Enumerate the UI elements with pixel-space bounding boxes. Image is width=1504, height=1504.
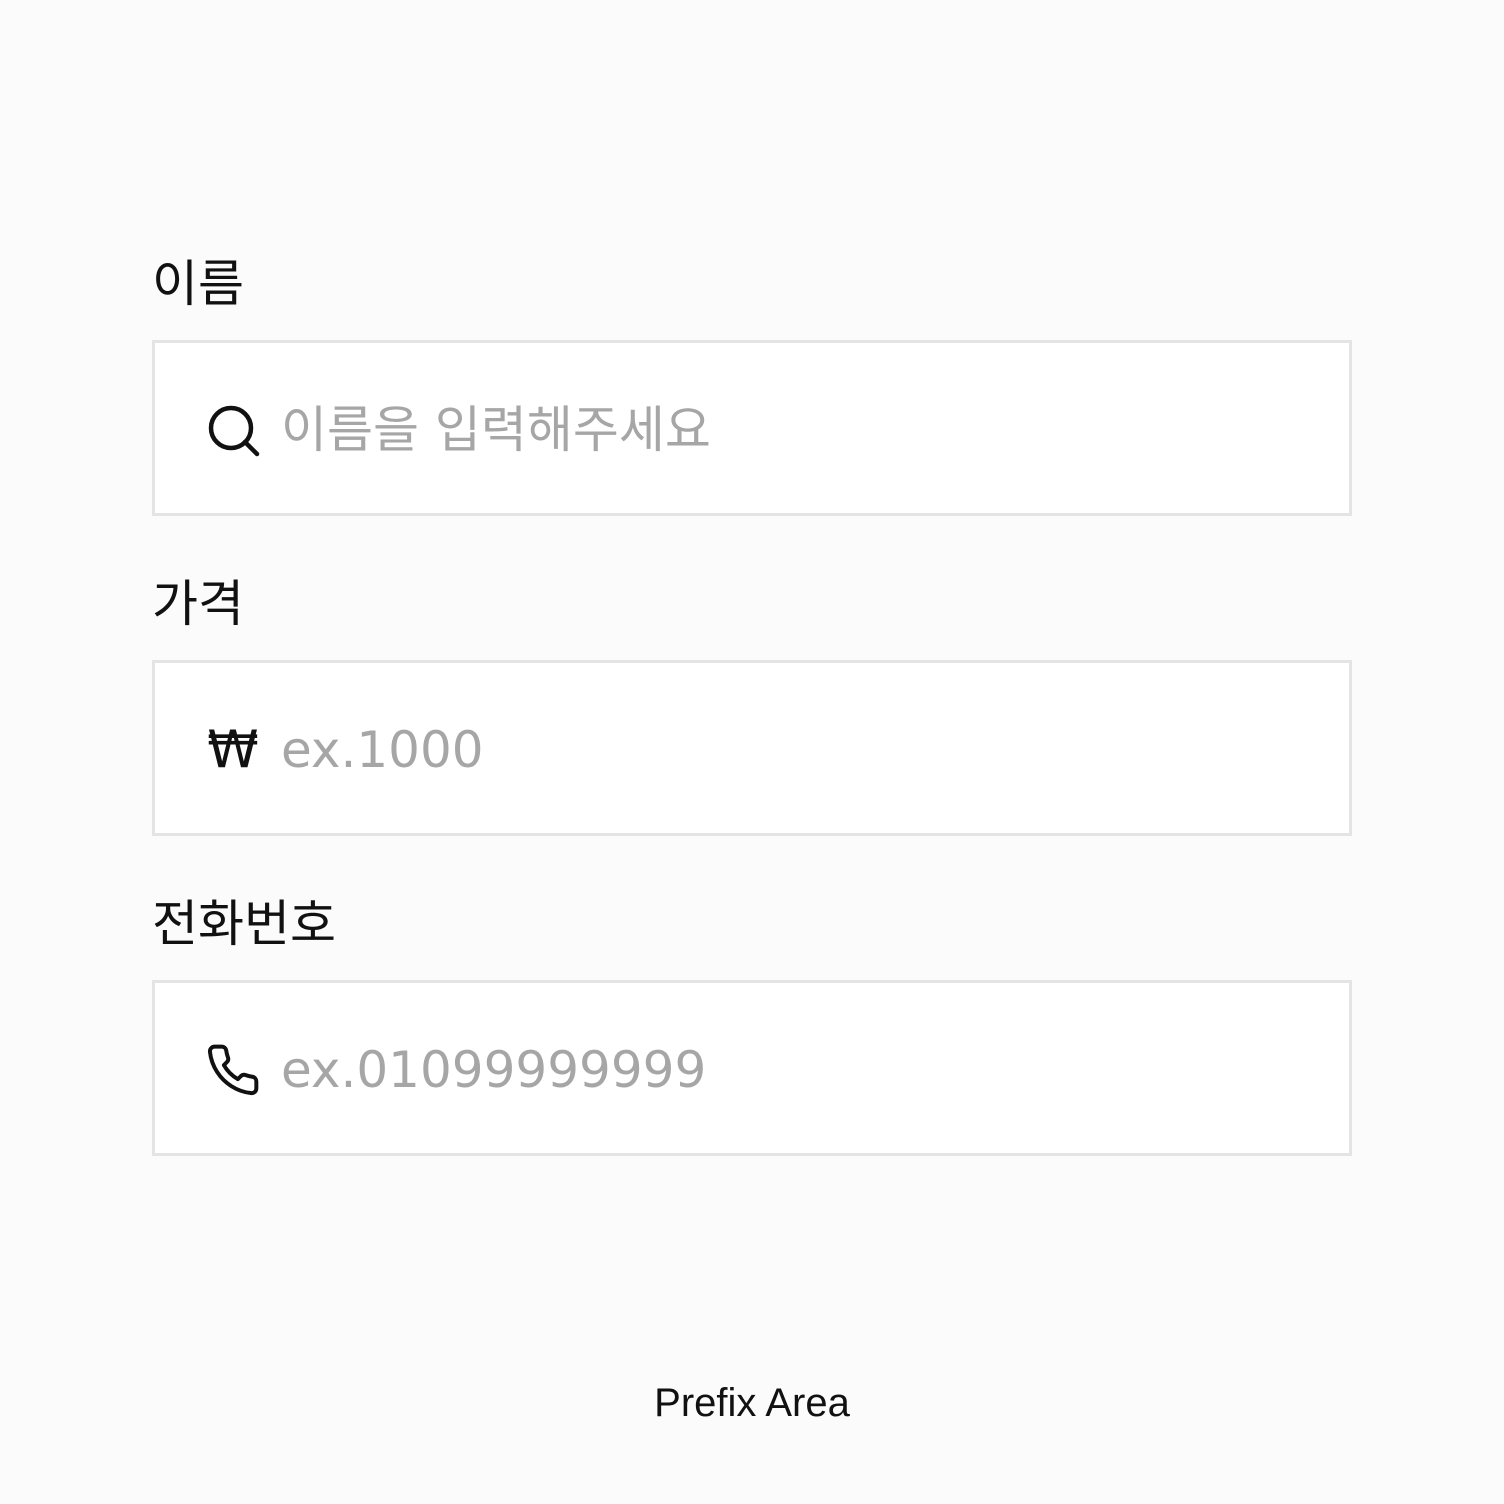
phone-field-container[interactable] — [152, 980, 1352, 1156]
name-field-container[interactable] — [152, 340, 1352, 516]
price-field-container[interactable]: ₩ — [152, 660, 1352, 836]
phone-label: 전화번호 — [152, 895, 336, 953]
phone-icon — [205, 1042, 261, 1098]
footer-caption: Prefix Area — [654, 1381, 850, 1425]
won-icon: ₩ — [205, 722, 261, 778]
price-label: 가격 — [152, 575, 244, 633]
search-icon — [205, 402, 261, 458]
name-label: 이름 — [152, 255, 244, 313]
phone-input[interactable] — [281, 1039, 1321, 1101]
won-symbol: ₩ — [207, 720, 259, 780]
name-input[interactable] — [281, 399, 1321, 461]
price-input[interactable] — [281, 719, 1321, 781]
